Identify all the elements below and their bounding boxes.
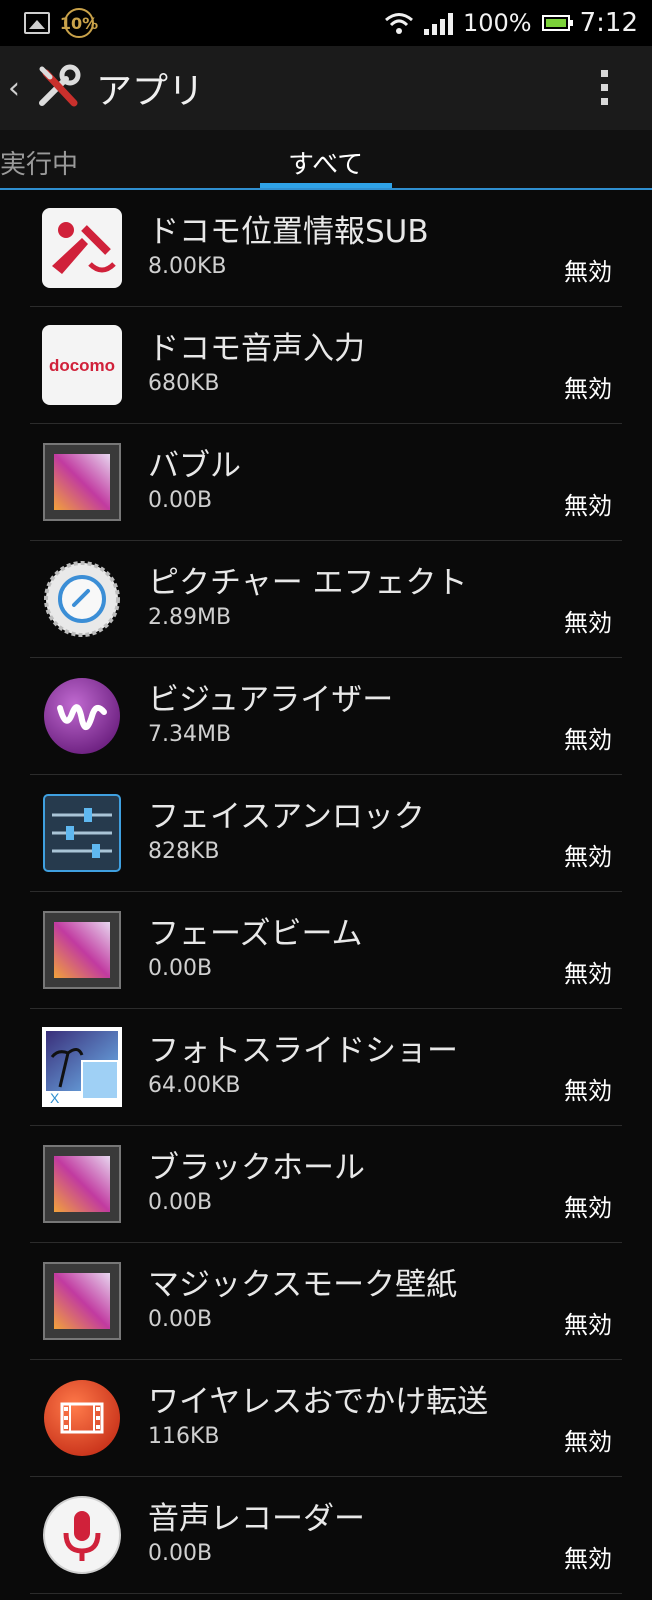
wifi-icon — [385, 13, 413, 34]
list-item[interactable]: ブラックホール 0.00B 無効 — [30, 1126, 622, 1243]
app-list[interactable]: ドコモ位置情報SUB 8.00KB 無効 docomo ドコモ音声入力 680K… — [0, 190, 652, 1594]
app-name: ワイヤレスおでかけ転送 — [148, 1384, 489, 1420]
app-size: 0.00B — [148, 1190, 213, 1215]
status-badge: 無効 — [564, 609, 612, 637]
walkman-icon — [44, 678, 120, 754]
app-name: ドコモ音声入力 — [148, 331, 365, 367]
status-badge: 無効 — [564, 1545, 612, 1573]
list-item[interactable]: ワイヤレスおでかけ転送 116KB 無効 — [30, 1360, 622, 1477]
signal-strength-icon — [423, 11, 453, 35]
app-name: バブル — [148, 448, 241, 484]
list-item[interactable]: フェイスアンロック 828KB 無効 — [30, 775, 622, 892]
photo-slideshow-icon: X — [42, 1027, 122, 1107]
battery-notification-icon: 10% — [60, 8, 98, 38]
overflow-menu-icon[interactable] — [601, 70, 608, 105]
app-name: フェーズビーム — [148, 916, 363, 952]
status-badge: 無効 — [564, 1311, 612, 1339]
app-name: マジックスモーク壁紙 — [148, 1267, 458, 1303]
app-size: 0.00B — [148, 1307, 213, 1332]
list-item[interactable]: フェーズビーム 0.00B 無効 — [30, 892, 622, 1009]
tab-all[interactable]: すべて — [288, 144, 363, 181]
clock: 7:12 — [579, 8, 638, 38]
action-bar: ‹ アプリ — [0, 46, 652, 130]
list-item[interactable]: docomo ドコモ音声入力 680KB 無効 — [30, 307, 622, 424]
app-name: フェイスアンロック — [148, 799, 425, 835]
status-badge: 無効 — [564, 258, 612, 286]
app-size: 0.00B — [148, 488, 213, 513]
svg-text:X: X — [50, 1090, 60, 1106]
app-size: 8.00KB — [148, 254, 227, 279]
app-size: 0.00B — [148, 1541, 213, 1566]
list-item[interactable]: ビジュアライザー 7.34MB 無効 — [30, 658, 622, 775]
app-name: ピクチャー エフェクト — [148, 565, 468, 601]
list-item[interactable]: ドコモ位置情報SUB 8.00KB 無効 — [30, 190, 622, 307]
status-badge: 無効 — [564, 1428, 612, 1456]
status-bar: 10% 100% 7:12 — [0, 0, 652, 46]
status-badge: 無効 — [564, 1077, 612, 1105]
status-badge: 無効 — [564, 375, 612, 403]
live-wallpaper-icon — [43, 1145, 121, 1223]
app-size: 116KB — [148, 1424, 220, 1449]
list-item[interactable]: マジックスモーク壁紙 0.00B 無効 — [30, 1243, 622, 1360]
face-unlock-sliders-icon — [43, 794, 121, 872]
tab-bar: 実行中 すべて — [0, 130, 652, 190]
film-transfer-icon — [44, 1380, 120, 1456]
docomo-logo-icon: docomo — [42, 325, 122, 405]
app-size: 7.34MB — [148, 722, 232, 747]
live-wallpaper-icon — [43, 911, 121, 989]
chevron-left-icon[interactable]: ‹ — [8, 71, 32, 106]
battery-icon — [541, 15, 573, 31]
app-size: 2.89MB — [148, 605, 232, 630]
app-name: ブラックホール — [148, 1150, 365, 1186]
live-wallpaper-icon — [43, 443, 121, 521]
app-name: フォトスライドショー — [148, 1033, 458, 1069]
picture-effect-icon — [44, 561, 120, 637]
page-title: アプリ — [96, 71, 205, 112]
app-size: 64.00KB — [148, 1073, 241, 1098]
list-item[interactable]: ピクチャー エフェクト 2.89MB 無効 — [30, 541, 622, 658]
docomo-location-icon — [42, 208, 122, 288]
gallery-notification-icon — [24, 12, 50, 34]
list-item[interactable]: 音声レコーダー 0.00B 無効 — [30, 1477, 622, 1594]
list-item[interactable]: バブル 0.00B 無効 — [30, 424, 622, 541]
active-tab-indicator — [260, 183, 392, 188]
app-size: 828KB — [148, 839, 220, 864]
app-name: 音声レコーダー — [148, 1501, 365, 1537]
status-badge: 無効 — [564, 726, 612, 754]
status-badge: 無効 — [564, 492, 612, 520]
voice-recorder-icon — [43, 1496, 121, 1574]
battery-percent: 100% — [462, 9, 532, 37]
app-size: 0.00B — [148, 956, 213, 981]
status-badge: 無効 — [564, 1194, 612, 1222]
app-size: 680KB — [148, 371, 220, 396]
status-badge: 無効 — [564, 843, 612, 871]
status-badge: 無効 — [564, 960, 612, 988]
svg-text:docomo: docomo — [49, 356, 115, 375]
live-wallpaper-icon — [43, 1262, 121, 1340]
list-item[interactable]: X フォトスライドショー 64.00KB 無効 — [30, 1009, 622, 1126]
app-name: ドコモ位置情報SUB — [148, 214, 429, 250]
app-name: ビジュアライザー — [148, 682, 394, 718]
settings-tools-icon[interactable] — [34, 63, 84, 113]
tab-running[interactable]: 実行中 — [0, 144, 78, 181]
